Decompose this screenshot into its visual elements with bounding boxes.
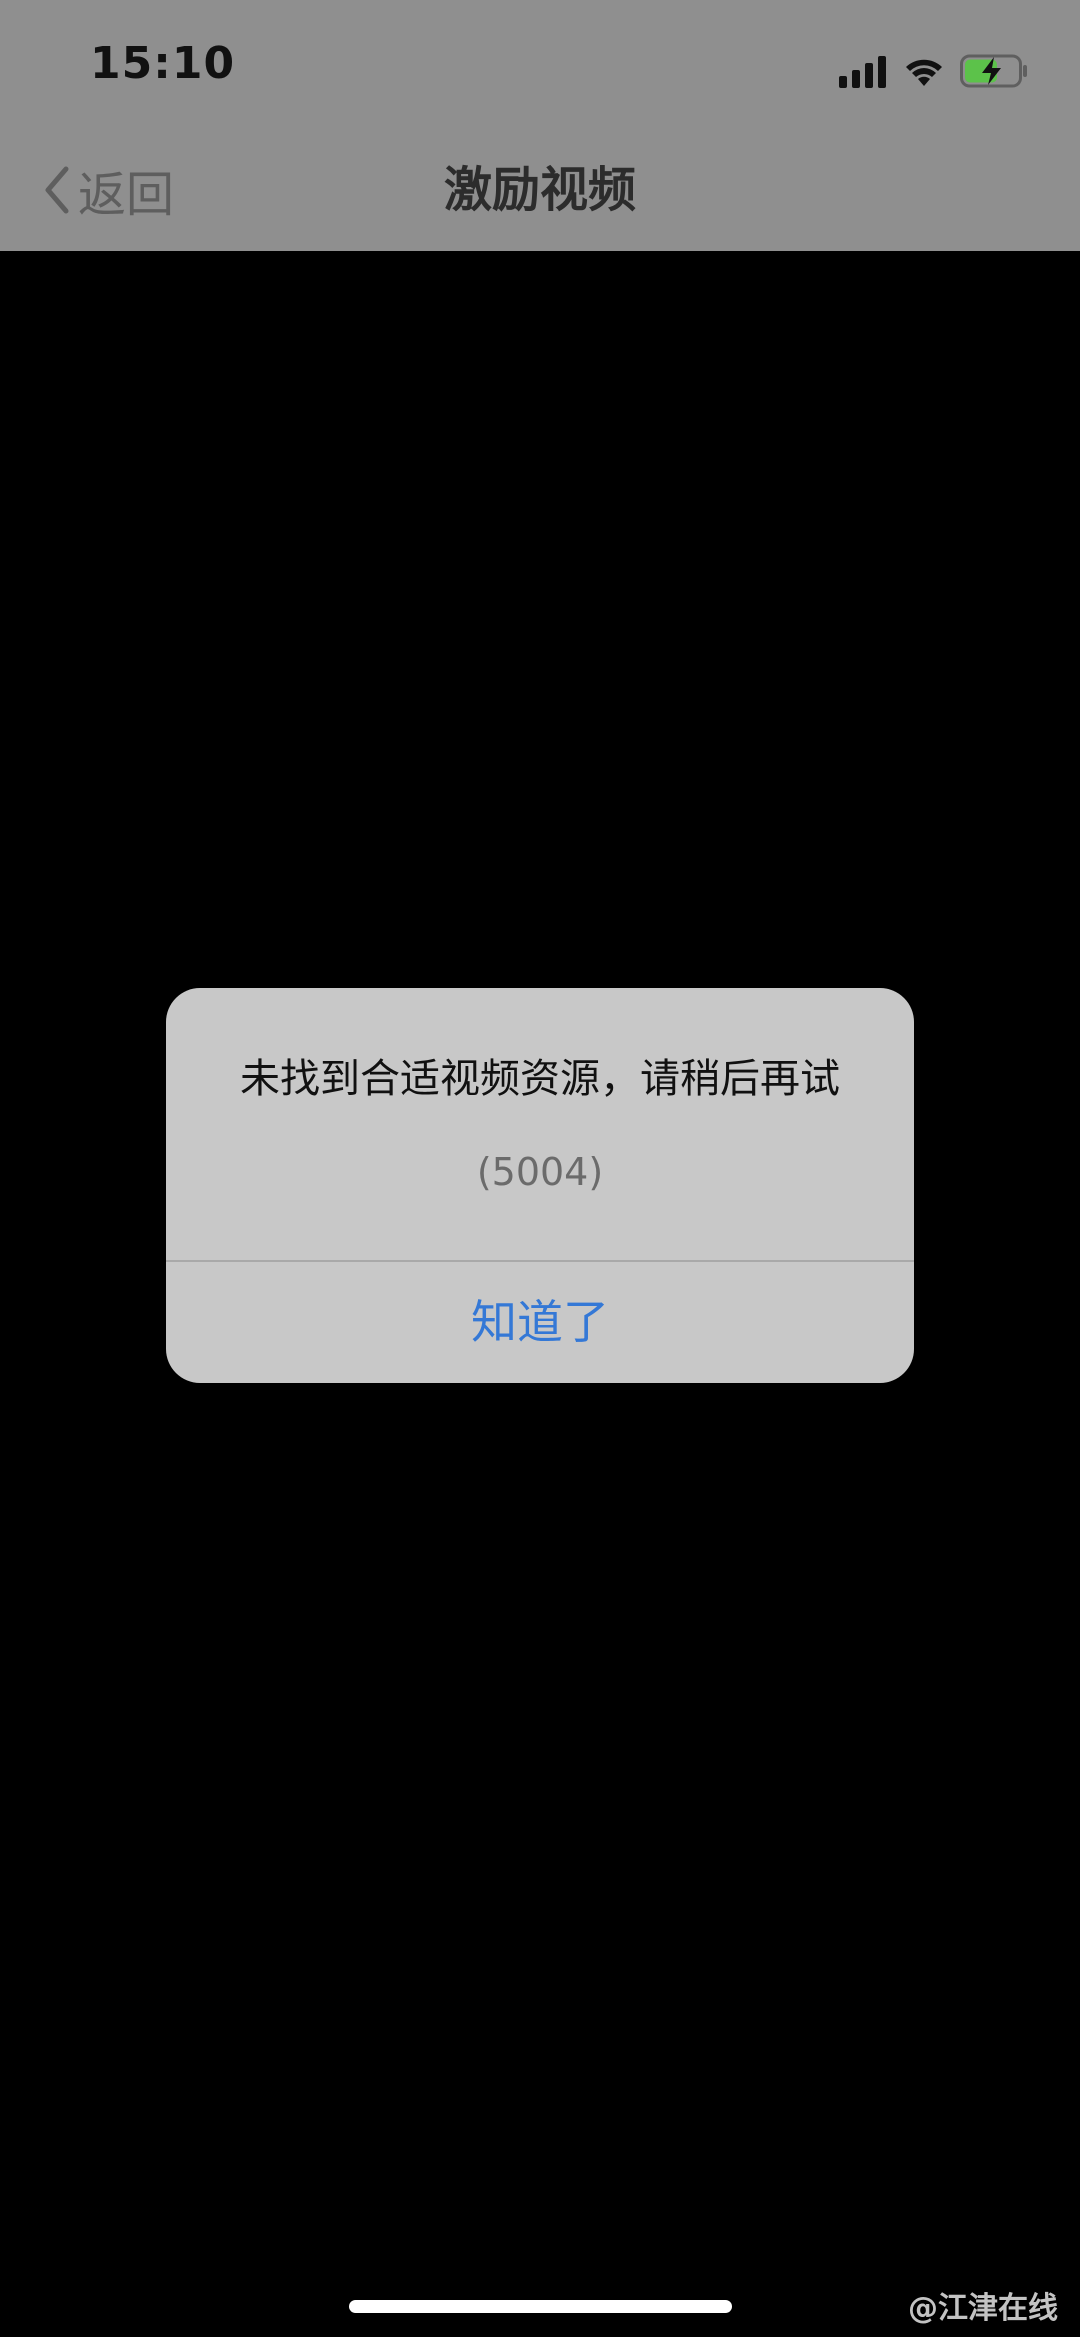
top-area: 15:10 返回 激励视频 [0,0,1080,251]
alert-dialog: 未找到合适视频资源，请稍后再试 (5004) 知道了 [166,988,914,1383]
status-bar: 15:10 [0,0,1080,130]
wifi-icon [906,59,942,86]
watermark: @江津在线 [908,2291,1058,2326]
page-title: 激励视频 [443,162,636,218]
cellular-signal-icon [839,54,886,88]
battery-charging-icon [960,54,1027,88]
status-icons [839,48,1028,88]
screen: 15:10 返回 激励视频 未找到合适视频资源，请稍后再试 (5004) 知道了… [0,0,1080,2337]
nav-bar: 返回 激励视频 [0,130,1080,251]
ok-button[interactable]: 知道了 [166,1262,914,1383]
status-time: 15:10 [90,38,236,89]
home-indicator[interactable] [349,2300,732,2313]
alert-error-code: (5004) [476,1150,604,1194]
alert-message: 未找到合适视频资源，请稍后再试 [240,1056,840,1102]
